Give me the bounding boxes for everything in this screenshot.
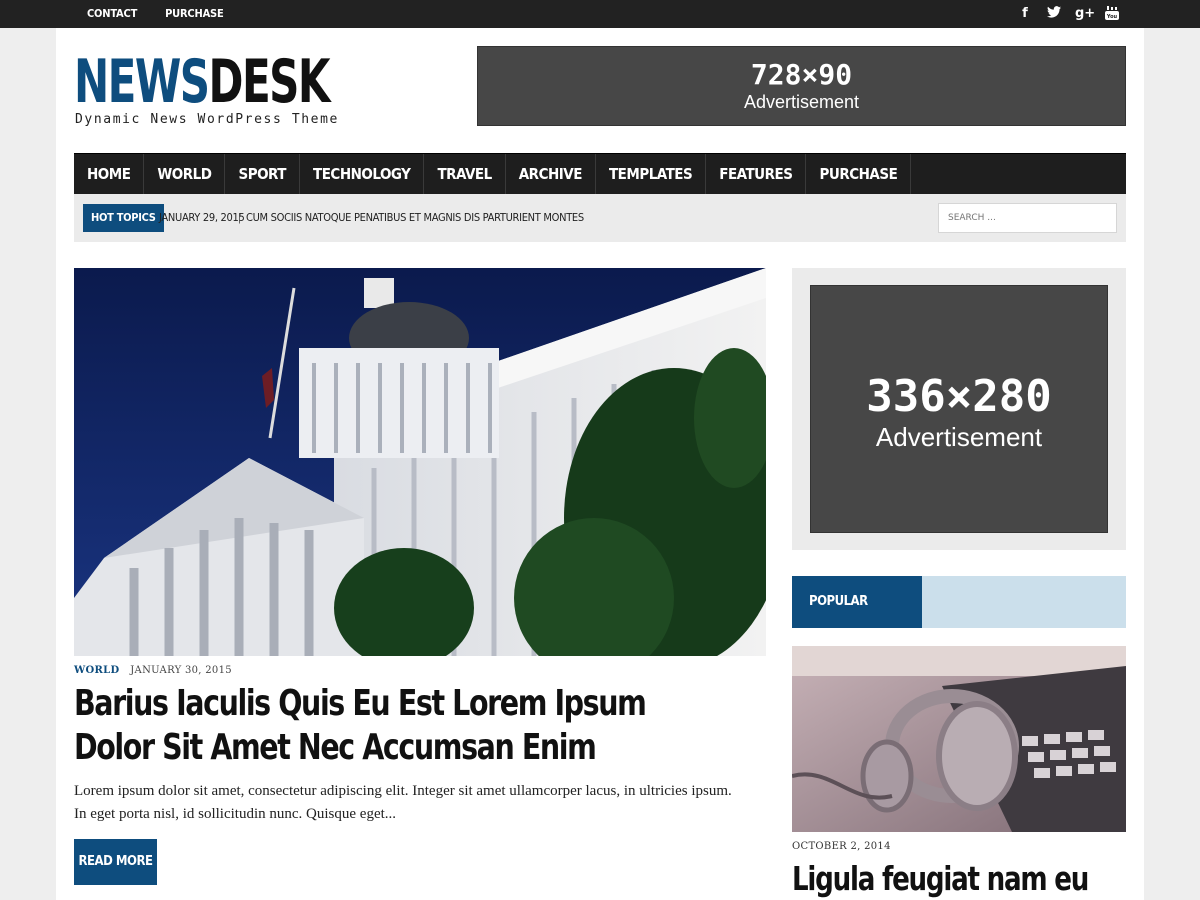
facebook-icon[interactable]: f [1017, 6, 1033, 25]
site-tagline: Dynamic News WordPress Theme [75, 112, 339, 127]
top-bar: CONTACT PURCHASE f g+ You [0, 0, 1200, 28]
top-link-contact[interactable]: CONTACT [87, 0, 137, 28]
sidebar-ad-widget: 336×280 Advertisement [792, 268, 1126, 550]
featured-image[interactable] [74, 268, 766, 656]
twitter-icon[interactable] [1046, 6, 1062, 25]
ticker-separator: | [238, 212, 241, 224]
nav-item-travel[interactable]: TRAVEL [424, 154, 506, 194]
social-icons: f g+ You [1017, 6, 1120, 25]
popular-article-date: OCTOBER 2, 2014 [792, 841, 891, 852]
nav-item-sport[interactable]: SPORT [225, 154, 300, 194]
nav-item-purchase[interactable]: PURCHASE [806, 154, 912, 194]
hot-topics-badge: HOT TOPICS [83, 204, 164, 232]
google-plus-icon[interactable]: g+ [1075, 6, 1095, 25]
nav-item-templates[interactable]: TEMPLATES [596, 154, 707, 194]
post-meta: WORLD JANUARY 30, 2015 [74, 664, 232, 678]
post-category[interactable]: WORLD [74, 665, 119, 676]
youtube-icon[interactable]: You [1104, 6, 1120, 25]
read-more-button[interactable]: READ MORE [74, 839, 157, 885]
svg-text:You: You [1106, 14, 1118, 20]
side-ad-size: 336×280 [866, 371, 1052, 422]
post-excerpt: Lorem ipsum dolor sit amet, consectetur … [74, 783, 732, 822]
nav-item-world[interactable]: WORLD [144, 154, 226, 194]
header-advertisement[interactable]: 728×90 Advertisement [477, 46, 1126, 126]
site-logo[interactable]: NEWSDESK Dynamic News WordPress Theme [74, 47, 401, 127]
sidebar-advertisement[interactable]: 336×280 Advertisement [810, 285, 1108, 533]
search-input[interactable] [938, 203, 1117, 233]
nav-item-features[interactable]: FEATURES [706, 154, 807, 194]
site-title: NEWSDESK [74, 47, 331, 117]
post-date: JANUARY 30, 2015 [130, 665, 232, 676]
ticker-date: JANUARY 29, 2015 [159, 211, 245, 224]
main-nav: HOME WORLD SPORT TECHNOLOGY TRAVEL ARCHI… [74, 153, 1126, 194]
post-title[interactable]: Barius Iaculis Quis Eu Est Lorem Ipsum D… [74, 682, 690, 770]
popular-articles-tab[interactable]: POPULAR ARTICLES [792, 576, 922, 661]
popular-article-title[interactable]: Ligula feugiat nam eu [792, 858, 1089, 900]
top-link-purchase[interactable]: PURCHASE [165, 0, 224, 28]
popular-article-image[interactable] [792, 646, 1126, 832]
ticker-headline[interactable]: CUM SOCIIS NATOQUE PENATIBUS ET MAGNIS D… [246, 194, 584, 242]
ad-size: 728×90 [750, 58, 853, 91]
nav-item-archive[interactable]: ARCHIVE [506, 154, 596, 194]
side-ad-label: Advertisement [875, 422, 1043, 452]
nav-item-home[interactable]: HOME [74, 154, 145, 194]
nav-item-technology[interactable]: TECHNOLOGY [300, 154, 425, 194]
top-links: CONTACT PURCHASE [87, 0, 224, 28]
popular-articles-header: POPULAR ARTICLES [792, 576, 1126, 661]
hot-topics-ticker: HOT TOPICS JANUARY 29, 2015 | CUM SOCIIS… [74, 194, 1126, 242]
ad-label: Advertisement [743, 92, 860, 112]
page-container: NEWSDESK Dynamic News WordPress Theme 72… [56, 28, 1144, 900]
